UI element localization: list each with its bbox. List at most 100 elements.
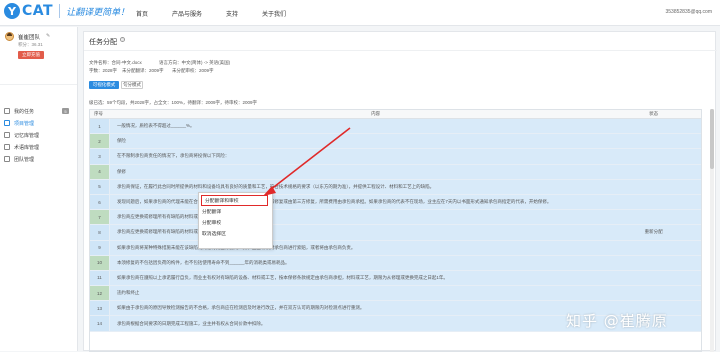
- table-row[interactable]: 10 本须修复的不包括因负荷的构件，也不包括使用寿命不到______年的消耗类或易…: [90, 255, 701, 271]
- assign-review-item[interactable]: 分配审校: [199, 217, 272, 228]
- row-content: 违约和终止: [116, 290, 140, 296]
- header-no: 序号: [94, 111, 103, 116]
- team-icon: [4, 156, 10, 162]
- nav-products[interactable]: 产品与服务: [172, 9, 202, 18]
- unassigned-translate: 未分配翻译：2009字: [122, 68, 164, 73]
- row-number: 10: [90, 255, 110, 270]
- table-row[interactable]: 12 违约和终止: [90, 286, 701, 302]
- sidebar-item-team[interactable]: 团队管理: [0, 153, 78, 165]
- context-menu: 分配翻译和审校 分配翻译 分配审校 取消选择区: [198, 192, 273, 249]
- row-content: 在不限制承包商责任的情况下，承包商将投保以下风险：: [116, 153, 230, 159]
- row-content: 本须修复的不包括因负荷的构件，也不包括使用寿命不到______年的消耗类或易耗品…: [116, 259, 290, 265]
- row-number: 13: [90, 301, 110, 316]
- team-name: 崔崔团队: [18, 35, 41, 41]
- row-number: 8: [90, 225, 110, 240]
- row-number: 7: [90, 210, 110, 225]
- table-row[interactable]: 3 在不限制承包商责任的情况下，承包商将投保以下风险：: [90, 149, 701, 165]
- table-row[interactable]: 4 保修: [90, 164, 701, 180]
- cancel-selection-item[interactable]: 取消选择区: [199, 228, 272, 239]
- logo-text: CAT: [22, 3, 54, 19]
- row-content: 承包商根据合同要求的日期完成工程施工，业主并有权从合同价款中扣除。: [116, 320, 266, 326]
- row-number: 4: [90, 164, 110, 179]
- sidebar-item-memory[interactable]: 记忆库管理: [0, 129, 78, 141]
- scroll-thumb[interactable]: [710, 109, 714, 169]
- row-content: 如果由于承包商的原因导致检测报告的不合格，承包商应在检测后及时进行改正，并在双方…: [116, 305, 365, 311]
- table-row[interactable]: 7 承包商应更换或修理所有有缺陷的材料或设备。: [90, 210, 701, 226]
- unassigned-review: 未分配审校：2009字: [172, 68, 214, 73]
- nav-about[interactable]: 关于我们: [262, 9, 286, 18]
- row-number: 9: [90, 240, 110, 255]
- profile-panel: 崔崔团队 ✎ 积分：36.31 立即充值: [0, 27, 77, 85]
- recharge-button[interactable]: 立即充值: [18, 51, 44, 59]
- row-number: 1: [90, 119, 110, 134]
- help-icon[interactable]: ?: [120, 37, 125, 42]
- visual-mode-button[interactable]: 可视化模式: [89, 81, 119, 89]
- nav-home[interactable]: 首页: [136, 9, 148, 18]
- language-direction: 语言方向：中文(简体) -> 英语(美国): [159, 60, 231, 65]
- word-count: 字数：2028字: [89, 68, 118, 73]
- row-content: 承包商应更换或修理所有有缺陷的材料或设备，并承担由此产生的运输费用。: [116, 229, 270, 235]
- selection-summary: 级已选：59个句段，共2028字，占全文：100%，待翻译：2009字，待审校：…: [89, 100, 258, 105]
- sidebar-menu: 我的任务 5 项目管理 记忆库管理 术语库管理 团队管理: [0, 105, 78, 165]
- sidebar-item-projects[interactable]: 项目管理: [0, 117, 78, 129]
- main-panel: 任务分配 ? 文件名称：合同-中文.docx 语言方向：中文(简体) -> 英语…: [83, 31, 717, 352]
- edit-icon[interactable]: ✎: [46, 33, 50, 39]
- row-content: 保修: [116, 168, 126, 174]
- user-account[interactable]: 353852835@qq.com: [666, 9, 713, 15]
- watermark: 知乎 @崔腾原: [566, 312, 668, 330]
- table-row[interactable]: 5 承包商保证，在履行此合同时所提供的材料和设备均具有良好的质量和工艺，符合技术规…: [90, 179, 701, 195]
- row-number: 5: [90, 179, 110, 194]
- row-number: 6: [90, 194, 110, 210]
- page-title: 任务分配: [89, 39, 117, 46]
- memory-icon: [4, 132, 10, 138]
- main-nav: 首页 产品与服务 支持 关于我们: [136, 0, 310, 26]
- divider: [84, 50, 717, 51]
- nav-support[interactable]: 支持: [226, 9, 238, 18]
- logo[interactable]: Y CAT 让翻译更简单！: [4, 3, 129, 19]
- header-status: 状态: [649, 111, 659, 116]
- row-content: 承包商保证，在履行此合同时所提供的材料和设备均具有良好的质量和工艺，符合技术规格…: [116, 183, 435, 189]
- project-icon: [4, 120, 10, 126]
- row-content: 承包商应更换或修理所有有缺陷的材料或设备。: [116, 214, 212, 220]
- avatar[interactable]: [5, 32, 14, 41]
- row-number: 14: [90, 316, 110, 331]
- top-navbar: Y CAT 让翻译更简单！ 首页 产品与服务 支持 关于我们 353852835…: [0, 0, 720, 26]
- table-row[interactable]: 9如果承包商将某种特殊措施未能在该缺陷期内进行完全修复的义务，业主有权对承包商进…: [90, 240, 701, 256]
- points-balance: 积分：36.31: [18, 42, 43, 47]
- row-status: 重新分配: [644, 229, 663, 235]
- sidebar-item-label: 我的任务: [14, 108, 35, 115]
- table-row[interactable]: 11 如果承包商在遵照以上承诺履行自负，而业主有权对有缺陷的设备、材料或工艺，按本…: [90, 270, 701, 287]
- row-number: 12: [90, 286, 110, 301]
- row-number: 2: [90, 134, 110, 149]
- slogan: 让翻译更简单！: [66, 7, 130, 18]
- row-content: 如果承包商将某种特殊措施未能在该缺陷期内进行完全修复的义务，业主有权对承包商进行…: [110, 245, 641, 251]
- row-content: 如果承包商在遵照以上承诺履行自负，而业主有权对有缺陷的设备、材料或工艺，按本保修…: [116, 274, 448, 280]
- row-number: 11: [90, 270, 110, 286]
- sidebar-item-label: 记忆库管理: [14, 132, 40, 139]
- sidebar-item-my-tasks[interactable]: 我的任务 5: [0, 105, 78, 117]
- file-name: 文件名称：合同-中文.docx: [89, 60, 142, 65]
- sidebar-item-label: 团队管理: [14, 156, 35, 163]
- table-row[interactable]: 6 发现问题后，如果承包商的代理未能在合理时间内修复缺陷，将由业主自行安排修复或由…: [90, 194, 701, 211]
- assign-translate-item[interactable]: 分配翻译: [199, 206, 272, 217]
- sidebar-item-label: 术语库管理: [14, 144, 40, 151]
- logo-divider: [59, 4, 61, 18]
- table-row[interactable]: 8 承包商应更换或修理所有有缺陷的材料或设备，并承担由此产生的运输费用。 重新分配: [90, 225, 701, 241]
- table-header: 序号 内容 状态: [90, 110, 701, 119]
- term-icon: [4, 144, 10, 150]
- task-icon: [4, 108, 10, 114]
- sentence-mode-button[interactable]: 句分模式: [121, 81, 143, 89]
- header-content: 内容: [371, 111, 381, 116]
- row-content: 一般情况，质检表不得超过______%。: [116, 123, 195, 129]
- row-content: 保险: [116, 138, 126, 144]
- sidebar-item-terms[interactable]: 术语库管理: [0, 141, 78, 153]
- count-badge: 5: [62, 108, 69, 114]
- sidebar-item-label: 项目管理: [14, 120, 35, 127]
- table-row[interactable]: 1 一般情况，质检表不得超过______%。: [90, 119, 701, 135]
- scrollbar[interactable]: [710, 109, 714, 352]
- row-content: 发现问题后，如果承包商的代理未能在合理时间内修复缺陷，将由业主自行安排修复或由第…: [116, 199, 552, 205]
- table-row[interactable]: 2 保险: [90, 134, 701, 150]
- row-number: 3: [90, 149, 110, 164]
- assign-translate-review-item[interactable]: 分配翻译和审校: [201, 195, 268, 206]
- sidebar: 崔崔团队 ✎ 积分：36.31 立即充值 我的任务 5 项目管理 记忆库管理 术…: [0, 27, 78, 351]
